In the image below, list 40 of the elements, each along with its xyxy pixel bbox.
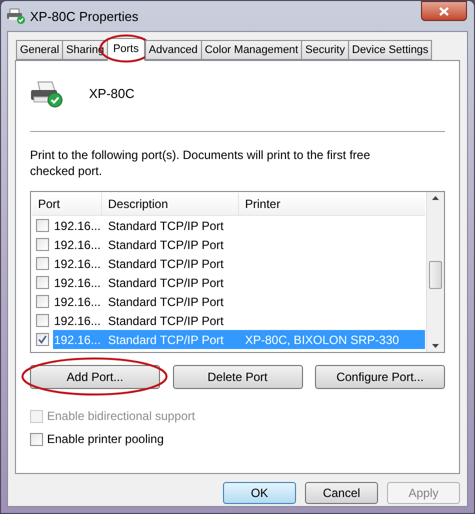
column-header[interactable]: Description [102,193,239,215]
port-button[interactable]: Delete Port [172,365,302,389]
list-row[interactable]: 192.16... Standard TCP/IP Port [53,235,425,254]
option-label: Enable printer pooling [47,431,164,448]
option-label: Enable bidirectional support [47,408,196,425]
table-cell-text: Standard TCP/IP Port [107,332,225,348]
tab[interactable]: Advanced [144,40,202,60]
dialog-button[interactable]: Cancel [305,482,378,504]
column-header[interactable]: Port [32,193,102,215]
table-cell-text: 192.16... [53,274,102,292]
list-row[interactable]: 192.16... Standard TCP/IP Port [53,254,425,273]
dialog-button[interactable]: OK [223,482,296,504]
table-cell-text: 192.16... [53,312,102,330]
tab[interactable]: Color Management [200,40,302,60]
tab[interactable]: Device Settings [348,40,432,60]
instructions-text: Print to the following port(s). Documents will print to the first free checked port. [30,147,372,179]
table-cell-text: 192.16... [53,256,102,272]
column-header[interactable]: Printer [239,193,425,215]
window-title: XP-80C Properties [30,8,138,26]
table-cell-text: 192.16... [53,294,102,310]
table-cell-text: 192.16... [53,236,102,254]
table-cell-text: Standard TCP/IP Port [107,236,225,254]
table-cell-text: 192.16... [53,218,102,234]
port-button[interactable]: Add Port... [30,365,160,389]
list-row[interactable]: 192.16... Standard TCP/IP Port [53,311,425,330]
table-cell-text: XP-80C, BIXOLON SRP-330 [244,332,400,348]
port-button[interactable]: Configure Port... [315,365,445,389]
list-row[interactable]: 192.16... Standard TCP/IP Port [53,216,425,235]
table-cell-text: Standard TCP/IP Port [107,274,225,292]
list-row[interactable]: 192.16... Standard TCP/IP Port [53,292,425,311]
table-cell-text: Standard TCP/IP Port [107,312,225,330]
printer-name: XP-80C [89,85,135,104]
table-cell-text: Standard TCP/IP Port [107,218,225,234]
table-cell-text: 192.16... [53,332,102,348]
table-cell-text: Standard TCP/IP Port [107,294,225,310]
tab[interactable]: Security [301,40,349,60]
tab[interactable]: Ports [107,38,145,61]
list-row[interactable]: 192.16... Standard TCP/IP Port [53,273,425,292]
tab[interactable]: General [16,40,64,60]
table-cell-text: Standard TCP/IP Port [107,256,225,272]
